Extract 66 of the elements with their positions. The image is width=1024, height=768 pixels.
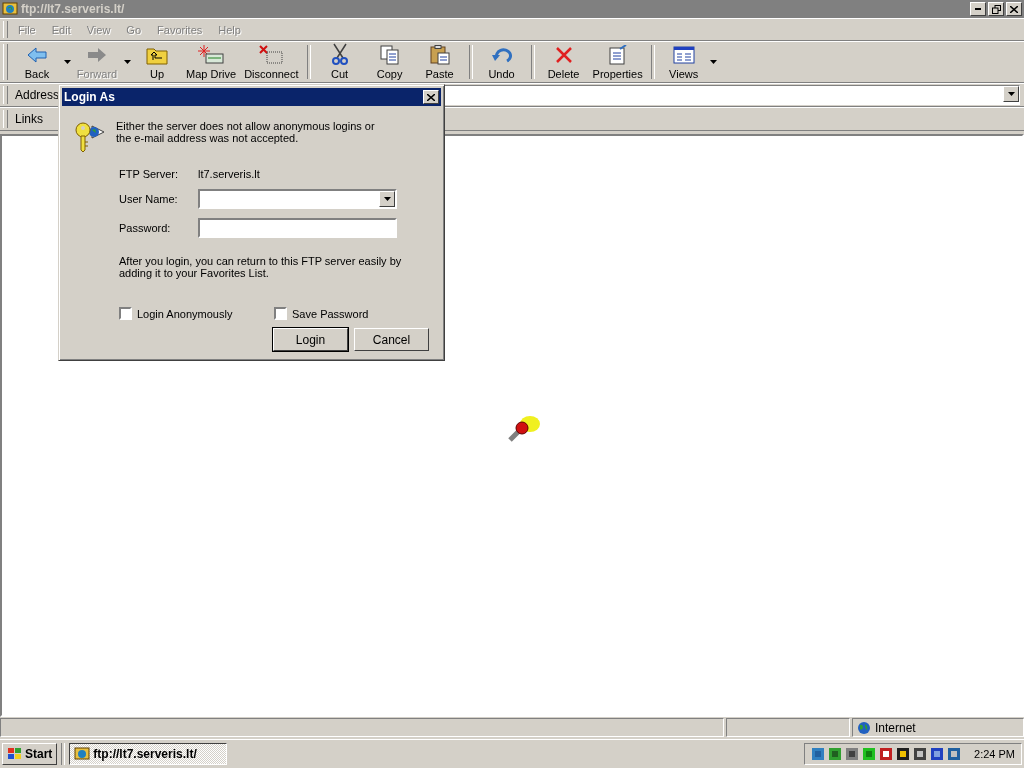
clipboard-icon bbox=[428, 44, 451, 65]
clock: 2:24 PM bbox=[974, 748, 1015, 760]
toolbar-button[interactable]: Cut bbox=[314, 44, 365, 80]
cursor-icon bbox=[506, 414, 542, 444]
dropdown-caret-icon bbox=[63, 60, 71, 64]
field-label: Password: bbox=[119, 222, 172, 234]
toolbar-button[interactable]: Delete bbox=[538, 44, 589, 80]
user-name-combo[interactable] bbox=[198, 189, 397, 209]
dialog-button[interactable]: Login bbox=[273, 328, 348, 351]
dialog-message: Either the server does not allow anonymous logins or the e-mail address was not accepted. bbox=[116, 120, 376, 144]
key-and-globe-icon bbox=[74, 120, 106, 154]
tray-icon[interactable] bbox=[828, 746, 843, 762]
back-arrow-icon bbox=[27, 45, 47, 64]
server-label: FTP Server: bbox=[119, 168, 180, 180]
scissors-icon bbox=[330, 43, 349, 65]
toolbar-button[interactable]: Undo bbox=[476, 44, 527, 80]
dialog-button[interactable]: Cancel bbox=[354, 328, 429, 351]
security-zone-label: Internet bbox=[875, 720, 916, 735]
dropdown-arrow-icon bbox=[1007, 92, 1015, 96]
toolbar-button[interactable]: Paste bbox=[414, 44, 465, 80]
windows-flag-icon bbox=[7, 747, 23, 761]
views-grid-icon bbox=[672, 45, 695, 64]
dropdown-arrow-icon bbox=[383, 197, 391, 201]
server-name: lt7.serveris.lt bbox=[198, 168, 260, 180]
address-label: Address bbox=[14, 88, 61, 102]
undo-arrow-icon bbox=[490, 45, 513, 64]
dialog-title: Login As bbox=[64, 90, 116, 104]
field-label: User Name: bbox=[119, 193, 179, 205]
start-button[interactable]: Start bbox=[2, 743, 58, 765]
checkbox[interactable] bbox=[119, 307, 132, 320]
disconnect-icon bbox=[258, 44, 285, 65]
tray-icon[interactable] bbox=[896, 746, 911, 762]
minimize-icon bbox=[975, 8, 981, 10]
toolbar-button[interactable]: Up bbox=[132, 44, 182, 80]
favorites-note: After you login, you can return to this FTP server easily by adding it to your Favorites List. bbox=[119, 255, 403, 279]
toolbar-button[interactable]: Copy bbox=[364, 44, 415, 80]
dropdown-caret-icon bbox=[710, 60, 718, 64]
toolbar-button[interactable]: Disconnect bbox=[240, 44, 303, 80]
delete-x-icon bbox=[554, 45, 573, 64]
close-icon bbox=[427, 93, 435, 101]
window-title: ftp://lt7.serveris.lt/ bbox=[21, 2, 126, 16]
password-field[interactable] bbox=[198, 218, 397, 238]
tray-icon[interactable] bbox=[879, 746, 894, 762]
toolbar-button[interactable]: Back bbox=[12, 44, 72, 80]
tray-icon[interactable] bbox=[845, 746, 860, 762]
ftp-folder-icon bbox=[74, 746, 91, 762]
network-drive-icon bbox=[198, 44, 225, 65]
tray-icon[interactable] bbox=[930, 746, 945, 762]
close-button[interactable] bbox=[423, 90, 439, 104]
checkbox-label[interactable]: Login Anonymously bbox=[137, 307, 233, 320]
restore-icon bbox=[991, 4, 1001, 14]
globe-icon bbox=[857, 720, 871, 735]
ftp-folder-icon bbox=[2, 1, 18, 17]
taskbar-window-button[interactable]: ftp://lt7.serveris.lt/ bbox=[69, 743, 228, 765]
links-label[interactable]: Links bbox=[12, 112, 46, 126]
checkbox-label[interactable]: Save Password bbox=[292, 307, 369, 320]
toolbar-button[interactable]: Views bbox=[658, 44, 719, 80]
copy-icon bbox=[379, 44, 400, 65]
checkbox[interactable] bbox=[274, 307, 287, 320]
close-icon bbox=[1010, 5, 1018, 13]
forward-arrow-icon bbox=[87, 45, 107, 64]
toolbar-button[interactable]: Map Drive bbox=[182, 44, 241, 80]
tray-icon[interactable] bbox=[913, 746, 928, 762]
toolbar-button[interactable]: Properties bbox=[588, 44, 647, 80]
properties-icon bbox=[607, 44, 628, 65]
dropdown-caret-icon bbox=[123, 60, 131, 64]
